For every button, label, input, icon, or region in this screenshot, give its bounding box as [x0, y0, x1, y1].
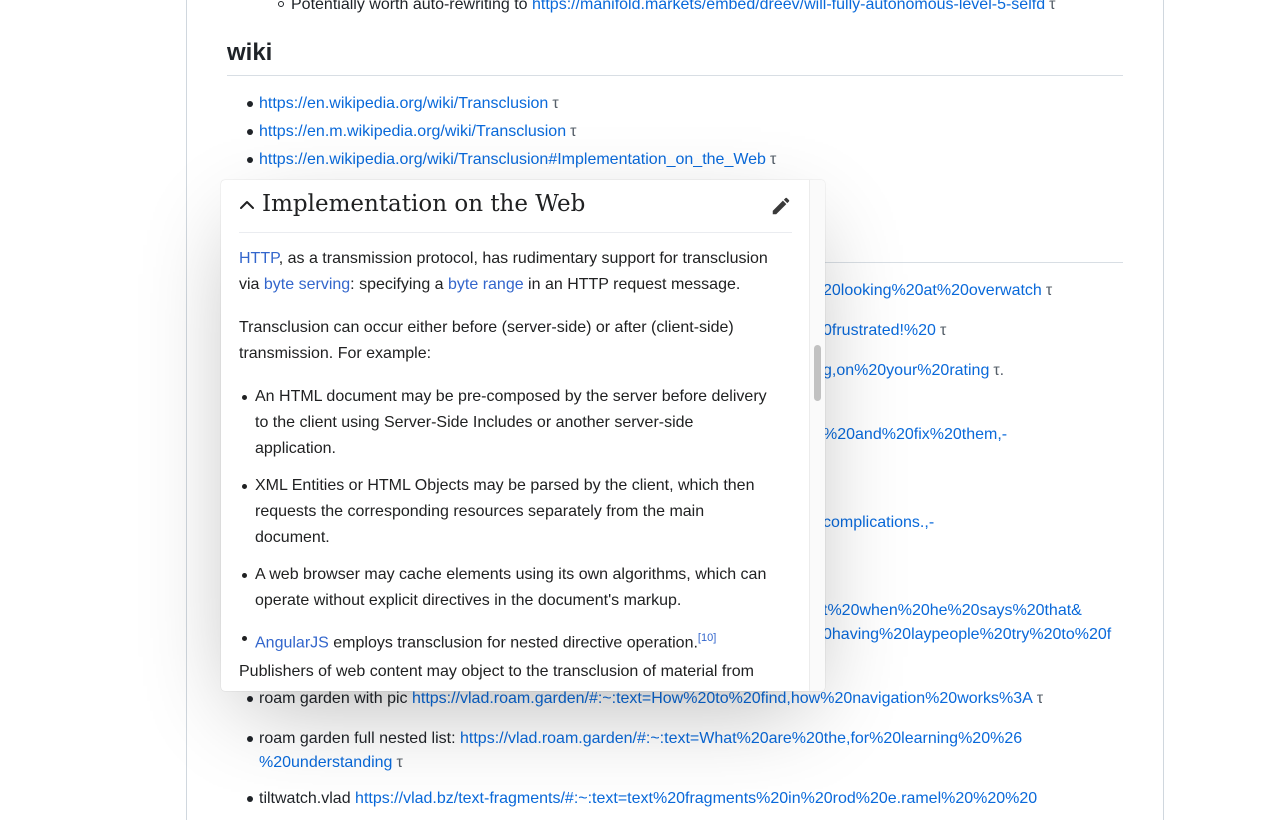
paragraph-text: : specifying a	[350, 276, 448, 293]
wiki-preview-popup[interactable]: Implementation on the Web HTTP, as a tra…	[221, 180, 825, 691]
link-fragment[interactable]: t%20when%20he%20says%20that&	[823, 599, 1082, 623]
line: application.	[255, 440, 336, 457]
roam-link[interactable]: https://vlad.roam.garden/#:~:text=What%2…	[460, 730, 1022, 747]
line: document.	[255, 529, 330, 546]
link-fragment[interactable]: 20looking%20at%20overwatch τ	[823, 279, 1052, 303]
list-bullet	[278, 1, 284, 7]
transclude-marker[interactable]: τ	[570, 123, 576, 140]
fragment-link[interactable]: %20and%20fix%20them,-	[823, 426, 1007, 443]
list-bullet	[242, 395, 247, 400]
fragment-link[interactable]: complications.,-	[823, 514, 934, 531]
paragraph-2: Transclusion can occur either before (se…	[239, 315, 734, 367]
list-bullet	[242, 573, 247, 578]
list-bullet	[247, 101, 253, 107]
list-item: https://en.wikipedia.org/wiki/Transclusi…	[259, 92, 559, 116]
list-item: https://en.wikipedia.org/wiki/Transclusi…	[259, 148, 776, 172]
collapse-chevron-icon[interactable]	[239, 197, 255, 213]
popup-list-item: AngularJS employs transclusion for neste…	[255, 625, 716, 656]
heading-divider	[227, 75, 1123, 76]
list-item: https://en.m.wikipedia.org/wiki/Transclu…	[259, 120, 576, 144]
link-fragment[interactable]: 0having%20laypeople%20try%20to%20f	[823, 623, 1111, 647]
fragment-link[interactable]: g,on%20your%20rating	[823, 362, 989, 379]
text-fragment-link[interactable]: https://vlad.bz/text-fragments/#:~:text=…	[355, 790, 1037, 807]
paragraph-text: via	[239, 276, 264, 293]
list-item-text: roam garden with pic	[259, 690, 412, 707]
angularjs-link[interactable]: AngularJS	[255, 634, 329, 651]
edit-pencil-icon[interactable]	[770, 195, 792, 217]
list-bullet	[242, 484, 247, 489]
byte-serving-link[interactable]: byte serving	[264, 276, 350, 293]
list-item: Potentially worth auto-rewriting to http…	[291, 0, 1055, 17]
wiki-link[interactable]: https://en.m.wikipedia.org/wiki/Transclu…	[259, 123, 566, 140]
transclude-marker[interactable]: τ.	[993, 362, 1004, 379]
paragraph-text: Publishers of web content may object to …	[239, 663, 754, 680]
paragraph-text: employs transclusion for nested directiv…	[328, 634, 698, 652]
fragment-link[interactable]: 0having%20laypeople%20try%20to%20f	[823, 626, 1111, 643]
line: operate without explicit directives in t…	[255, 592, 682, 609]
line: A web browser may cache elements using i…	[255, 566, 767, 583]
popup-scrollbar[interactable]	[809, 180, 825, 691]
list-item-text: roam garden full nested list:	[259, 730, 460, 747]
link-fragment[interactable]: complications.,-	[823, 511, 934, 535]
popup-list-item: XML Entities or HTML Objects may be pars…	[255, 473, 754, 551]
popup-body: Implementation on the Web HTTP, as a tra…	[239, 180, 792, 691]
transclude-marker[interactable]: τ	[1037, 690, 1043, 707]
list-item: tiltwatch.vlad https://vlad.bz/text-frag…	[259, 787, 1037, 811]
transclude-marker[interactable]: τ	[940, 322, 946, 339]
list-item: roam garden full nested list: https://vl…	[259, 727, 1022, 751]
popup-title: Implementation on the Web	[262, 191, 586, 217]
link-fragment[interactable]: %20and%20fix%20them,-	[823, 423, 1007, 447]
list-bullet	[242, 636, 247, 641]
fragment-link[interactable]: t%20when%20he%20says%20that&	[823, 602, 1082, 619]
line: requests the corresponding resources sep…	[255, 503, 705, 520]
roam-link[interactable]: https://vlad.roam.garden/#:~:text=How%20…	[412, 690, 1033, 707]
fragment-link[interactable]: 0frustrated!%20	[823, 322, 936, 339]
fragment-link[interactable]: 20looking%20at%20overwatch	[823, 282, 1042, 299]
popup-list-item: A web browser may cache elements using i…	[255, 562, 766, 614]
popup-list-item: An HTML document may be pre-composed by …	[255, 384, 767, 462]
paragraph-text: in an HTTP request message.	[523, 276, 741, 293]
paragraph-text: , as a transmission protocol, has rudime…	[278, 250, 768, 267]
paragraph-1: HTTP, as a transmission protocol, has ru…	[239, 246, 768, 298]
wiki-link[interactable]: https://en.wikipedia.org/wiki/Transclusi…	[259, 95, 548, 112]
list-bullet	[247, 796, 253, 802]
roam-link-continued[interactable]: %20understanding	[259, 754, 392, 771]
scrollbar-thumb[interactable]	[814, 345, 821, 401]
list-bullet	[247, 736, 253, 742]
wiki-link[interactable]: https://en.wikipedia.org/wiki/Transclusi…	[259, 151, 766, 168]
list-item-continuation: %20understanding τ	[259, 751, 403, 775]
list-bullet	[247, 696, 253, 702]
transclude-marker[interactable]: τ	[396, 754, 402, 771]
link-fragment[interactable]: 0frustrated!%20 τ	[823, 319, 946, 343]
byte-range-link[interactable]: byte range	[448, 276, 524, 293]
list-bullet	[247, 157, 253, 163]
paragraph-text: Transclusion can occur either before (se…	[239, 319, 734, 336]
transclude-marker[interactable]: τ	[552, 95, 558, 112]
reference-link[interactable]: [10]	[698, 632, 716, 644]
http-link[interactable]: HTTP	[239, 250, 279, 267]
transclude-marker[interactable]: τ	[770, 151, 776, 168]
list-bullet	[247, 129, 253, 135]
transclude-marker[interactable]: τ	[1049, 0, 1055, 13]
list-item-text: Potentially worth auto-rewriting to	[291, 0, 532, 13]
paragraph-3: Publishers of web content may object to …	[239, 659, 754, 685]
line: XML Entities or HTML Objects may be pars…	[255, 477, 755, 494]
manifold-link[interactable]: https://manifold.markets/embed/dreev/wil…	[532, 0, 1045, 13]
line: to the client using Server-Side Includes…	[255, 414, 694, 431]
paragraph-text: transmission. For example:	[239, 345, 432, 362]
transclude-marker[interactable]: τ	[1046, 282, 1052, 299]
line: An HTML document may be pre-composed by …	[255, 388, 767, 405]
popup-divider	[239, 232, 792, 233]
link-fragment[interactable]: g,on%20your%20rating τ.	[823, 359, 1004, 383]
section-heading-wiki: wiki	[227, 39, 273, 66]
list-item-text: tiltwatch.vlad	[259, 790, 356, 807]
